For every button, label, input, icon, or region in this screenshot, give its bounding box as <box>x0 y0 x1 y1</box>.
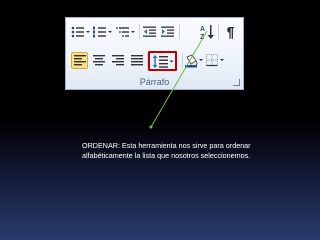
decrease-indent-button[interactable] <box>142 24 158 40</box>
center-button[interactable] <box>90 52 107 69</box>
multilevel-list-icon <box>116 27 135 37</box>
show-formatting-marks-button[interactable] <box>222 24 238 40</box>
svg-text:A: A <box>200 26 205 33</box>
increase-indent-icon <box>161 26 174 37</box>
borders-icon <box>206 54 224 67</box>
paragraph-ribbon-group: A Z Párrafo <box>65 17 244 90</box>
line-spacing-icon <box>152 54 173 68</box>
ribbon-separator <box>182 53 183 68</box>
align-center-icon <box>92 55 105 66</box>
callout-description: ORDENAR: Esta herramienta nos sirve para… <box>82 141 251 160</box>
decrease-indent-icon <box>143 26 156 37</box>
align-left-icon <box>73 55 86 66</box>
increase-indent-button[interactable] <box>160 24 176 40</box>
numbered-list-icon <box>93 26 112 38</box>
borders-button[interactable] <box>205 52 227 69</box>
line-spacing-button[interactable] <box>148 51 177 71</box>
svg-text:Z: Z <box>200 34 205 40</box>
justify-icon <box>130 55 143 66</box>
ribbon-separator <box>179 24 180 39</box>
shading-button[interactable] <box>184 52 204 69</box>
pilcrow-icon <box>227 26 234 39</box>
align-right-button[interactable] <box>109 52 126 69</box>
numbering-button[interactable] <box>93 24 113 40</box>
justify-button[interactable] <box>128 52 145 69</box>
bullet-list-icon <box>71 26 90 38</box>
align-right-icon <box>111 55 124 66</box>
multilevel-list-button[interactable] <box>116 24 136 40</box>
ribbon-separator <box>218 24 219 39</box>
sort-button[interactable]: A Z <box>199 23 215 41</box>
dialog-launcher-icon[interactable] <box>233 79 240 86</box>
align-left-button[interactable] <box>71 52 88 69</box>
sort-az-icon: A Z <box>200 25 214 40</box>
shading-bucket-icon <box>185 53 203 67</box>
group-label: Párrafo <box>139 77 170 87</box>
ribbon-separator <box>139 24 140 39</box>
bullets-button[interactable] <box>71 24 91 40</box>
